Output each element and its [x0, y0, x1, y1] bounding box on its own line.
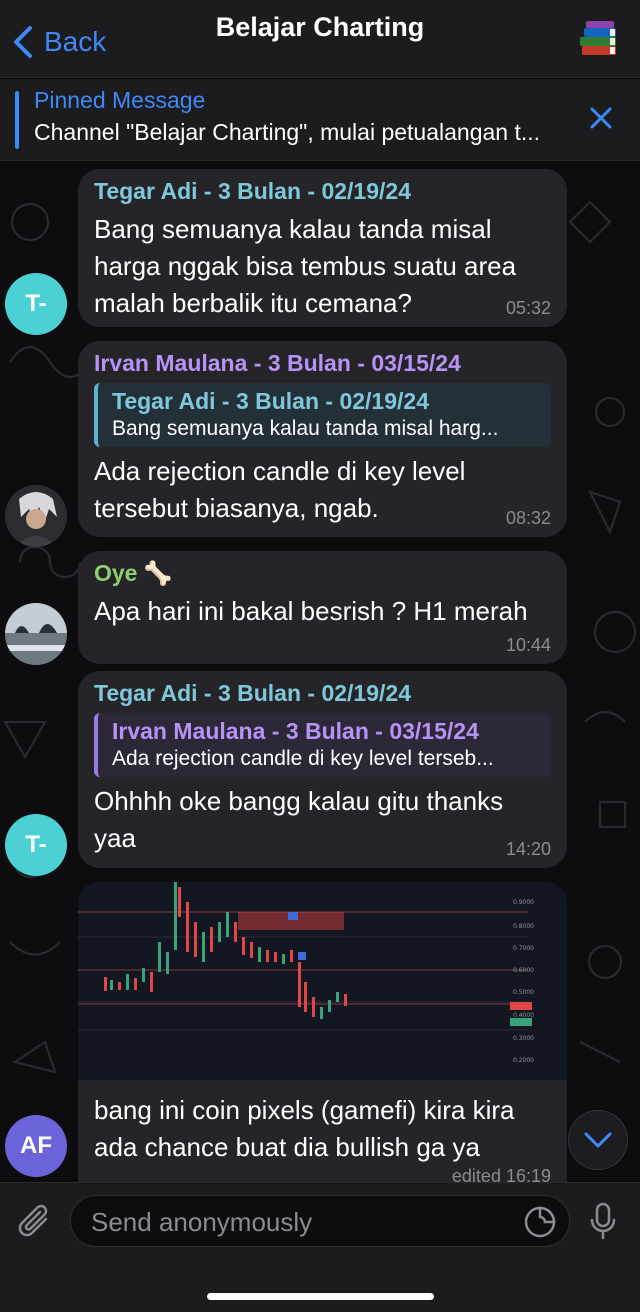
sender-name[interactable]: Tegar Adi - 3 Bulan - 02/19/24 [94, 679, 551, 707]
user-photo-icon [5, 603, 67, 665]
message-time: 05:32 [505, 298, 551, 318]
pinned-title: Pinned Message [34, 87, 206, 113]
avatar[interactable] [5, 603, 67, 665]
reply-preview[interactable]: Irvan Maulana - 3 Bulan - 03/15/24 Ada r… [94, 713, 551, 777]
chat-header: Back Belajar Charting [0, 0, 640, 78]
message-time: edited 16:19 [451, 1166, 551, 1182]
message-time: 10:44 [505, 635, 551, 655]
message-bubble[interactable]: Tegar Adi - 3 Bulan - 02/19/24 Irvan Mau… [78, 671, 567, 868]
avatar[interactable]: T- [5, 273, 67, 335]
svg-text:0.2000: 0.2000 [513, 1057, 534, 1064]
message-bubble[interactable]: Tegar Adi - 3 Bulan - 02/19/24 Bang semu… [78, 169, 567, 327]
user-photo-icon [5, 485, 67, 547]
message-input[interactable]: Send anonymously [70, 1195, 570, 1247]
pinned-text: Channel "Belajar Charting", mulai petual… [34, 119, 541, 145]
input-bar: Send anonymously [0, 1182, 640, 1312]
message-bubble[interactable]: Irvan Maulana - 3 Bulan - 03/15/24 Tegar… [78, 341, 567, 537]
paperclip-icon[interactable] [16, 1201, 54, 1243]
reply-sender: Tegar Adi - 3 Bulan - 02/19/24 [112, 388, 429, 414]
sender-name[interactable]: Tegar Adi - 3 Bulan - 02/19/24 [94, 177, 551, 205]
svg-text:0.5000: 0.5000 [513, 989, 534, 996]
message-list[interactable]: T- Tegar Adi - 3 Bulan - 02/19/24 Bang s… [0, 162, 640, 1182]
svg-text:0.8000: 0.8000 [513, 923, 534, 930]
avatar[interactable]: AF [5, 1115, 67, 1177]
reply-sender: Irvan Maulana - 3 Bulan - 03/15/24 [112, 718, 479, 744]
pinned-indicator [15, 91, 19, 149]
pinned-message[interactable]: Pinned Message Channel "Belajar Charting… [0, 79, 640, 161]
message-text: bang ini coin pixels (gamefi) kira kira … [94, 1095, 515, 1162]
microphone-icon[interactable] [588, 1201, 618, 1241]
avatar[interactable]: T- [5, 814, 67, 876]
svg-text:0.9000: 0.9000 [513, 899, 534, 906]
reply-text: Ada rejection candle di key level terseb… [112, 747, 494, 770]
message-time: 08:32 [505, 508, 551, 528]
home-indicator [207, 1293, 434, 1300]
message-text: Ada rejection candle di key level terseb… [94, 456, 466, 523]
sender-name[interactable]: Oye 🦴 [94, 559, 551, 587]
scroll-to-bottom-button[interactable] [568, 1110, 628, 1170]
reply-text: Bang semuanya kalau tanda misal harg... [112, 417, 499, 440]
photo-message-bubble[interactable]: 0.9000 0.8000 0.7000 0.6000 0.5000 0.400… [78, 882, 567, 1182]
message-text: Bang semuanya kalau tanda misal harga ng… [94, 214, 517, 318]
svg-text:0.6000: 0.6000 [513, 967, 534, 974]
svg-text:0.4000: 0.4000 [513, 1012, 534, 1019]
books-icon[interactable] [576, 16, 622, 62]
sender-name[interactable]: Irvan Maulana - 3 Bulan - 03/15/24 [94, 349, 551, 377]
avatar[interactable] [5, 485, 67, 547]
reply-preview[interactable]: Tegar Adi - 3 Bulan - 02/19/24 Bang semu… [94, 383, 551, 447]
message-text: Apa hari ini bakal besrish ? H1 merah [94, 596, 528, 626]
svg-text:0.3000: 0.3000 [513, 1035, 534, 1042]
chat-title[interactable]: Belajar Charting [0, 12, 640, 43]
input-placeholder: Send anonymously [91, 1207, 313, 1237]
message-bubble[interactable]: Oye 🦴 Apa hari ini bakal besrish ? H1 me… [78, 551, 567, 664]
svg-text:0.7000: 0.7000 [513, 945, 534, 952]
message-text: Ohhhh oke bangg kalau gitu thanks yaa [94, 786, 504, 853]
message-time: 14:20 [505, 839, 551, 859]
chart-image[interactable]: 0.9000 0.8000 0.7000 0.6000 0.5000 0.400… [78, 882, 567, 1080]
chevron-down-icon [584, 1132, 612, 1148]
sticker-icon[interactable] [523, 1205, 557, 1239]
close-icon[interactable] [586, 103, 616, 133]
